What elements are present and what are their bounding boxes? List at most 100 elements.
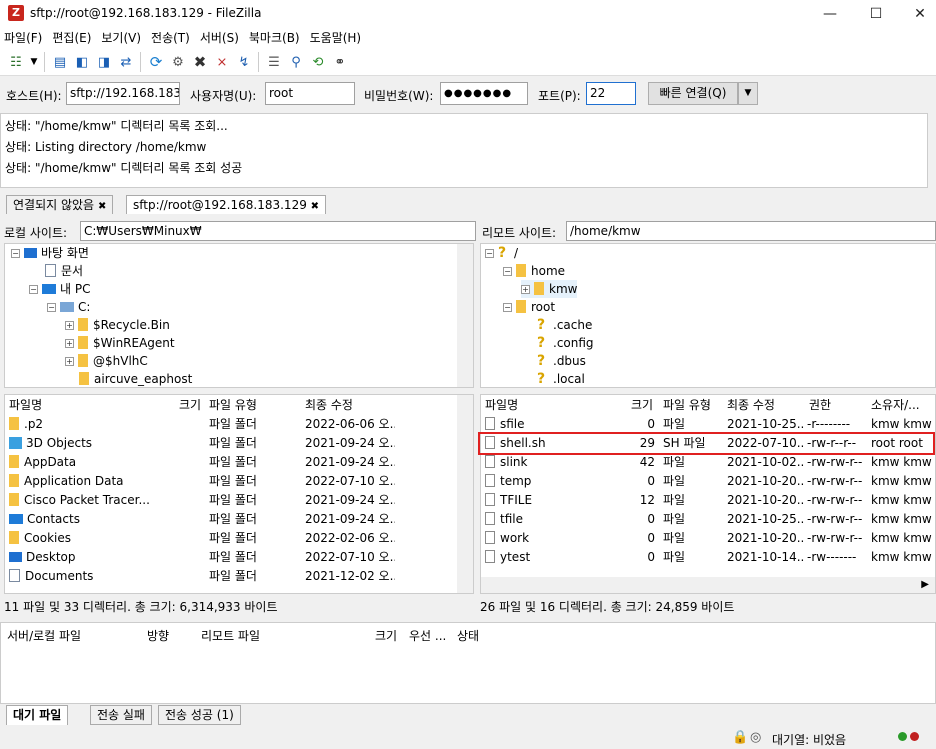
table-row[interactable]: Documents 파일 폴더 2021-12-02 오... <box>5 567 457 586</box>
table-row[interactable]: Cisco Packet Tracer... 파일 폴더 2021-09-24 오.… <box>5 491 457 510</box>
menu-file[interactable]: 파일(F) <box>0 28 47 48</box>
collapse-icon[interactable]: − <box>11 249 20 258</box>
collapse-icon[interactable]: − <box>47 303 56 312</box>
tree-node-kmw[interactable]: + kmw <box>521 280 578 298</box>
tree-node-local[interactable]: ? .local <box>537 370 585 387</box>
menu-edit[interactable]: 편집(E) <box>47 28 96 48</box>
menu-transfer[interactable]: 전송(T) <box>146 28 195 48</box>
tree-node-my-pc[interactable]: − 내 PC <box>29 280 90 298</box>
table-row[interactable]: Desktop 파일 폴더 2022-07-10 오... <box>5 548 457 567</box>
queue-header-priority[interactable]: 우선 ... <box>409 627 446 644</box>
column-header-size[interactable]: 크기 <box>179 395 201 415</box>
process-queue-icon[interactable]: ⚙ <box>168 52 188 72</box>
queue-header-size[interactable]: 크기 <box>375 627 397 644</box>
tab-failed[interactable]: 전송 실패 <box>90 705 152 725</box>
minimize-button[interactable]: — <box>812 2 848 26</box>
host-input[interactable]: sftp://192.168.183.12 <box>66 82 180 105</box>
table-row[interactable]: ytest 0 파일 2021-10-14... -rw------- kmw kmw <box>481 548 935 567</box>
menu-help[interactable]: 도움말(H) <box>305 28 367 48</box>
tree-node-home[interactable]: − home <box>503 262 565 280</box>
filter-icon[interactable]: ☰ <box>264 52 284 72</box>
expand-icon[interactable]: + <box>65 357 74 366</box>
collapse-icon[interactable]: − <box>485 249 494 258</box>
table-row[interactable]: work 0 파일 2021-10-20... -rw-rw-r-- kmw kmw <box>481 529 935 548</box>
tree-node-dbus[interactable]: ? .dbus <box>537 352 586 370</box>
compare-icon[interactable]: ⚲ <box>286 52 306 72</box>
toggle-log-icon[interactable]: ▤ <box>50 52 70 72</box>
toggle-remote-tree-icon[interactable]: ◨ <box>94 52 114 72</box>
column-header-owner[interactable]: 소유자/... <box>871 395 920 415</box>
port-input[interactable]: 22 <box>586 82 636 105</box>
sync-browse-icon[interactable]: ⟲ <box>308 52 328 72</box>
close-tab-icon[interactable]: ✖ <box>98 201 106 212</box>
quickconnect-dropdown-icon[interactable]: ▼ <box>738 82 758 105</box>
site-manager-dropdown-icon[interactable]: ▼ <box>28 52 40 72</box>
log-scrollbar[interactable] <box>928 113 936 188</box>
table-row[interactable]: slink 42 파일 2021-10-02... -rw-rw-r-- kmw kmw <box>481 453 935 472</box>
table-row[interactable]: Application Data 파일 폴더 2022-07-10 오... <box>5 472 457 491</box>
tree-node-documents[interactable]: 문서 <box>45 262 83 280</box>
password-input[interactable]: ●●●●●●● <box>440 82 528 105</box>
column-header-type[interactable]: 파일 유형 <box>663 395 711 415</box>
collapse-icon[interactable]: − <box>503 267 512 276</box>
column-header-modified[interactable]: 최종 수정 <box>727 395 775 415</box>
tab-disconnected[interactable]: 연결되지 않았음 ✖ <box>6 195 114 214</box>
remote-path-input[interactable]: /home/kmw <box>566 221 936 241</box>
menu-bookmarks[interactable]: 북마크(B) <box>244 28 305 48</box>
column-header-name[interactable]: 파일명 <box>485 395 518 415</box>
queue-header-file[interactable]: 서버/로컬 파일 <box>7 627 81 644</box>
column-header-modified[interactable]: 최종 수정 <box>305 395 353 415</box>
remote-list-hscrollbar[interactable]: ▶ <box>481 577 935 593</box>
local-tree-scrollbar[interactable] <box>457 244 473 387</box>
tree-node-cache[interactable]: ? .cache <box>537 316 592 334</box>
local-list-scrollbar[interactable] <box>457 395 473 593</box>
table-row[interactable]: AppData 파일 폴더 2021-09-24 오... <box>5 453 457 472</box>
table-row[interactable]: .p2 파일 폴더 2022-06-06 오... <box>5 415 457 434</box>
tab-queued[interactable]: 대기 파일 <box>6 705 69 725</box>
site-manager-icon[interactable]: ☷ <box>6 52 26 72</box>
cancel-icon[interactable]: ✖ <box>190 52 210 72</box>
table-row[interactable]: 3D Objects 파일 폴더 2021-09-24 오... <box>5 434 457 453</box>
menu-view[interactable]: 보기(V) <box>96 28 146 48</box>
refresh-icon[interactable]: ⟳ <box>146 52 166 72</box>
tree-node-root-dir[interactable]: − root <box>503 298 555 316</box>
tree-node-desktop[interactable]: − 바탕 화면 <box>11 244 89 262</box>
table-row[interactable]: TFILE 12 파일 2021-10-20... -rw-rw-r-- kmw kmw <box>481 491 935 510</box>
tree-node-folder[interactable]: aircuve_eaphost <box>79 370 192 387</box>
queue-header-direction[interactable]: 방향 <box>147 627 169 644</box>
local-path-input[interactable]: C:₩Users₩Minux₩ <box>80 221 476 241</box>
queue-header-status[interactable]: 상태 <box>457 627 479 644</box>
expand-icon[interactable]: + <box>521 285 530 294</box>
table-row[interactable]: temp 0 파일 2021-10-20... -rw-rw-r-- kmw kmw <box>481 472 935 491</box>
collapse-icon[interactable]: − <box>503 303 512 312</box>
quickconnect-button[interactable]: 빠른 연결(Q) <box>648 82 738 105</box>
tab-successful[interactable]: 전송 성공 (1) <box>158 705 241 725</box>
close-button[interactable]: ✕ <box>902 2 936 26</box>
tab-sftp[interactable]: sftp://root@192.168.183.129 ✖ <box>126 195 327 214</box>
reconnect-icon[interactable]: ↯ <box>234 52 254 72</box>
tree-node-folder[interactable]: + @$hVlhC <box>65 352 148 370</box>
expand-icon[interactable]: + <box>65 339 74 348</box>
toggle-queue-icon[interactable]: ⇄ <box>116 52 136 72</box>
tree-node-config[interactable]: ? .config <box>537 334 594 352</box>
table-row[interactable]: Contacts 파일 폴더 2021-09-24 오... <box>5 510 457 529</box>
expand-icon[interactable]: + <box>65 321 74 330</box>
search-icon[interactable]: ⚭ <box>330 52 350 72</box>
table-row[interactable]: tfile 0 파일 2021-10-25... -rw-rw-r-- kmw kmw <box>481 510 935 529</box>
tree-node-root[interactable]: −? / <box>485 244 518 262</box>
tree-node-folder[interactable]: + $WinREAgent <box>65 334 175 352</box>
toggle-local-tree-icon[interactable]: ◧ <box>72 52 92 72</box>
column-header-name[interactable]: 파일명 <box>9 395 42 415</box>
tree-node-folder[interactable]: + $Recycle.Bin <box>65 316 170 334</box>
collapse-icon[interactable]: − <box>29 285 38 294</box>
menu-server[interactable]: 서버(S) <box>195 28 244 48</box>
tree-node-c-drive[interactable]: − C: <box>47 298 90 316</box>
table-row[interactable]: Cookies 파일 폴더 2022-02-06 오... <box>5 529 457 548</box>
maximize-button[interactable]: ☐ <box>858 2 894 26</box>
column-header-size[interactable]: 크기 <box>631 395 653 415</box>
close-tab-icon[interactable]: ✖ <box>311 201 319 212</box>
column-header-permissions[interactable]: 권한 <box>809 395 831 415</box>
queue-header-remote[interactable]: 리모트 파일 <box>201 627 260 644</box>
column-header-type[interactable]: 파일 유형 <box>209 395 257 415</box>
user-input[interactable]: root <box>265 82 355 105</box>
